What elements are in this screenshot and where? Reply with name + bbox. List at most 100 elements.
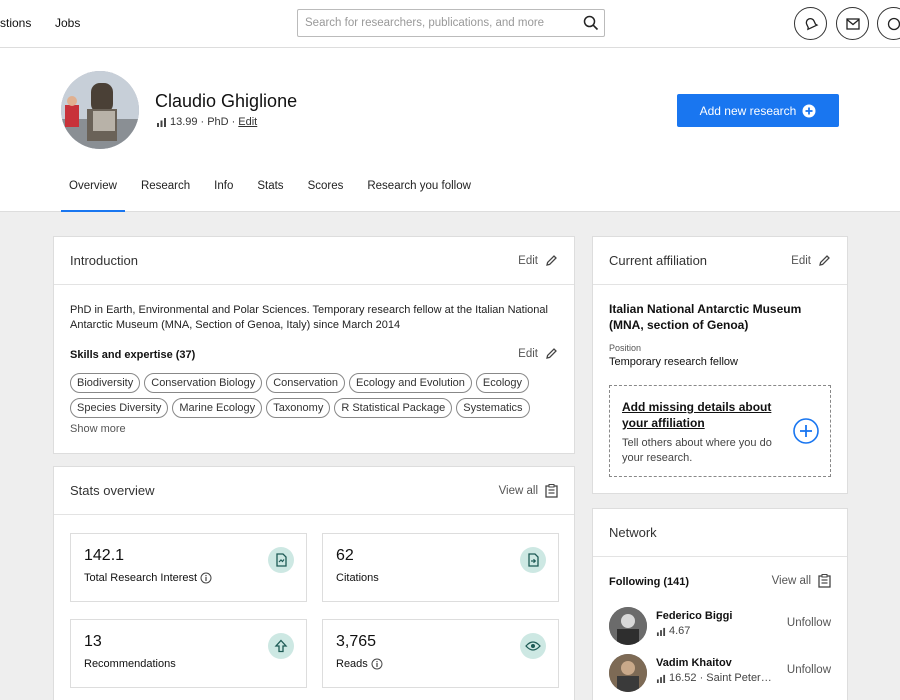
skills-heading: Skills and expertise (37) (70, 349, 196, 361)
notifications-button[interactable] (794, 7, 827, 40)
score-bars-icon (656, 674, 666, 683)
profile-header: Claudio Ghiglione 13.99 · PhD · Edit Add… (0, 48, 900, 212)
introduction-edit-button[interactable]: Edit (518, 254, 558, 267)
unfollow-button[interactable]: Unfollow (787, 664, 831, 676)
stat-value: 62 (336, 547, 354, 564)
search-input[interactable] (298, 10, 568, 36)
affiliation-edit-button[interactable]: Edit (791, 254, 831, 267)
messages-button[interactable] (836, 7, 869, 40)
score-bars-icon (656, 627, 666, 636)
add-new-research-button[interactable]: Add new research (677, 94, 839, 127)
affiliation-edit-label: Edit (791, 254, 811, 267)
nav-link-questions[interactable]: stions (0, 16, 31, 30)
pencil-icon (819, 255, 830, 266)
clipboard-icon (818, 574, 831, 588)
network-person[interactable]: Vadim Khaitov 16.52 · Saint Peter… Unfol… (609, 654, 831, 694)
profile-meta: 13.99 · PhD · Edit (156, 116, 257, 128)
plus-circle-icon (802, 104, 816, 117)
nav-link-jobs[interactable]: Jobs (55, 16, 80, 30)
score-bars-icon (157, 118, 166, 127)
profile-photo (61, 71, 139, 149)
profile-tabs: Overview Research Info Stats Scores Rese… (61, 178, 487, 212)
network-card: Network Following (141) View all Federic… (592, 508, 848, 700)
stat-reads[interactable]: 3,765 Reads (322, 619, 559, 688)
tab-research-you-follow[interactable]: Research you follow (359, 178, 479, 212)
top-nav: stions Jobs (0, 0, 900, 48)
person-meta: 16.52 · Saint Peter… (656, 672, 772, 684)
introduction-title: Introduction (70, 253, 138, 268)
search-icon[interactable] (583, 15, 599, 31)
stat-recommendations[interactable]: 13 Recommendations (70, 619, 307, 688)
stat-value: 3,765 (336, 633, 377, 650)
info-icon[interactable] (371, 658, 383, 670)
tab-overview[interactable]: Overview (61, 178, 125, 212)
skill-tag[interactable]: Ecology (475, 373, 530, 393)
affiliation-title: Current affiliation (609, 253, 708, 268)
stat-label: Recommendations (84, 658, 176, 670)
add-missing-details-link[interactable]: Add missing details about your affiliati… (622, 399, 792, 431)
skill-tag[interactable]: R Statistical Package (334, 398, 453, 418)
skill-tag[interactable]: Taxonomy (266, 398, 331, 418)
introduction-card: Introduction Edit PhD in Earth, Environm… (53, 236, 575, 454)
unfollow-button[interactable]: Unfollow (787, 617, 831, 629)
network-person[interactable]: Federico Biggi 4.67 Unfollow (609, 607, 831, 647)
show-more-link[interactable]: Show more (70, 423, 126, 435)
introduction-text: PhD in Earth, Environmental and Polar Sc… (70, 304, 548, 331)
skill-tag[interactable]: Conservation Biology (144, 373, 263, 393)
eye-icon (520, 633, 546, 659)
skill-tag[interactable]: Species Diversity (70, 398, 169, 418)
person-avatar[interactable] (609, 607, 647, 645)
stats-view-all-button[interactable]: View all (499, 483, 558, 498)
tab-research[interactable]: Research (133, 178, 198, 212)
tab-stats[interactable]: Stats (249, 178, 291, 212)
network-view-all-button[interactable]: View all (772, 574, 831, 588)
profile-edit-link[interactable]: Edit (238, 116, 257, 128)
skill-tag[interactable]: Systematics (456, 398, 530, 418)
stat-citations[interactable]: 62 Citations (322, 533, 559, 602)
person-name[interactable]: Federico Biggi (656, 610, 732, 622)
skill-tag[interactable]: Ecology and Evolution (349, 373, 472, 393)
stat-label: Total Research Interest (84, 572, 212, 584)
network-view-all-label: View all (771, 575, 811, 587)
stat-value: 13 (84, 633, 102, 650)
position-value: Temporary research fellow (609, 356, 738, 368)
add-missing-details-box[interactable]: Add missing details about your affiliati… (609, 385, 831, 477)
research-interest-icon (268, 547, 294, 573)
skills-tag-list: Biodiversity Conservation Biology Conser… (70, 373, 562, 418)
tab-scores[interactable]: Scores (300, 178, 352, 212)
add-circle-icon[interactable] (793, 418, 819, 444)
profile-degree: PhD (207, 116, 229, 128)
skill-tag[interactable]: Conservation (266, 373, 346, 393)
mail-icon (845, 17, 860, 30)
introduction-edit-label: Edit (518, 254, 538, 267)
person-avatar[interactable] (609, 654, 647, 692)
stats-title: Stats overview (70, 483, 155, 498)
current-affiliation-card: Current affiliation Edit Italian Nationa… (592, 236, 848, 494)
person-meta: 4.67 (656, 625, 690, 637)
citations-icon (520, 547, 546, 573)
clipboard-icon (545, 483, 558, 498)
network-header: Network (593, 509, 847, 557)
skills-edit-label: Edit (518, 347, 538, 360)
stat-total-research-interest[interactable]: 142.1 Total Research Interest (70, 533, 307, 602)
following-count: Following (141) (609, 576, 690, 588)
tab-info[interactable]: Info (206, 178, 241, 212)
person-photo (609, 654, 647, 692)
chat-button[interactable] (877, 7, 900, 40)
profile-avatar[interactable] (61, 71, 139, 149)
person-photo (609, 607, 647, 645)
position-label: Position (609, 343, 642, 353)
network-title: Network (609, 525, 657, 540)
introduction-header: Introduction Edit (54, 237, 574, 285)
skill-tag[interactable]: Biodiversity (70, 373, 141, 393)
skill-tag[interactable]: Marine Ecology (172, 398, 263, 418)
stats-overview-card: Stats overview View all 142.1 Total Rese… (53, 466, 575, 700)
info-icon[interactable] (200, 572, 212, 584)
person-name[interactable]: Vadim Khaitov (656, 657, 732, 669)
bell-icon (805, 17, 818, 30)
stats-header: Stats overview View all (54, 467, 574, 515)
skills-edit-button[interactable]: Edit (518, 347, 558, 360)
pencil-icon (546, 348, 557, 359)
affiliation-institution[interactable]: Italian National Antarctic Museum (MNA, … (609, 301, 829, 333)
add-new-research-label: Add new research (699, 103, 797, 118)
